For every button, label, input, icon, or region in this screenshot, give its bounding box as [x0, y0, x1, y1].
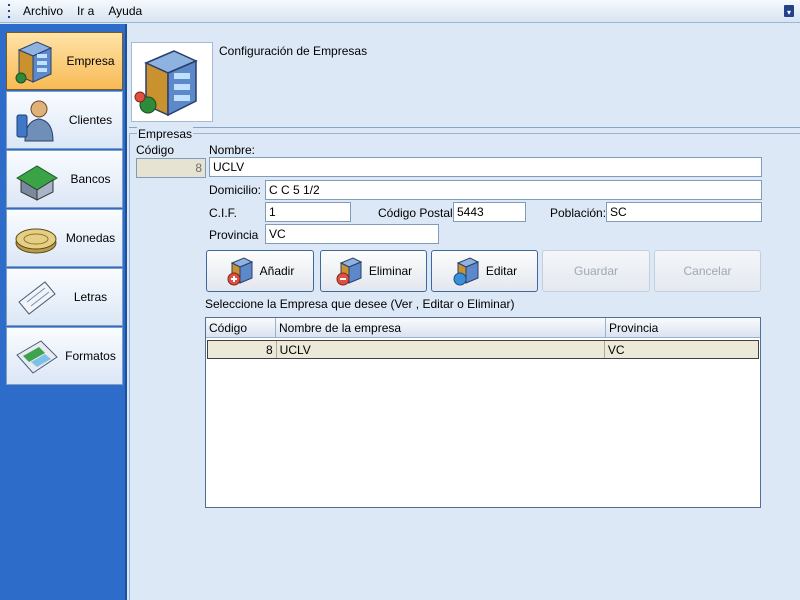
sidebar-item-label: Empresa — [66, 54, 115, 68]
editar-button-label: Editar — [485, 264, 518, 278]
sidebar-item-clientes[interactable]: Clientes — [6, 91, 123, 149]
building-icon — [134, 50, 198, 117]
sidebar-item-label: Clientes — [68, 113, 113, 127]
coins-icon — [15, 228, 57, 254]
guardar-button-label: Guardar — [573, 264, 619, 278]
list-caption: Seleccione la Empresa que desee (Ver , E… — [205, 297, 515, 311]
add-building-icon — [227, 257, 253, 286]
sidebar-item-empresa[interactable]: Empresa — [6, 32, 123, 90]
main-panel: Configuración de Empresas Empresas Códig… — [129, 36, 800, 600]
menu-ayuda[interactable]: Ayuda — [101, 4, 149, 18]
editar-button[interactable]: Editar — [431, 250, 538, 292]
cell-nombre: UCLV — [277, 341, 605, 358]
eliminar-button-label: Eliminar — [368, 264, 413, 278]
person-icon — [16, 100, 54, 142]
menu-ir-a[interactable]: Ir a — [70, 4, 101, 18]
codigo-postal-label: Código Postal: — [378, 206, 457, 220]
cell-codigo: 8 — [208, 341, 277, 358]
table-row[interactable]: 8 UCLV VC — [207, 340, 759, 359]
domicilio-label: Domicilio: — [209, 183, 262, 197]
sidebar-item-label: Letras — [73, 290, 108, 304]
sidebar: Empresa Clientes Bancos Monedas Letras F… — [0, 24, 127, 600]
cancelar-button-label: Cancelar — [683, 264, 732, 278]
column-header-provincia[interactable]: Provincia — [606, 318, 760, 337]
nombre-label: Nombre: — [209, 143, 256, 157]
menu-grip-icon[interactable] — [4, 4, 14, 18]
sidebar-item-bancos[interactable]: Bancos — [6, 150, 123, 208]
cell-provincia: VC — [607, 343, 625, 357]
header-logo — [131, 42, 213, 122]
codigo-field: 8 — [136, 158, 206, 178]
sidebar-item-formatos[interactable]: Formatos — [6, 327, 123, 385]
sidebar-item-letras[interactable]: Letras — [6, 268, 123, 326]
cif-field[interactable]: 1 — [265, 202, 351, 222]
codigo-label: Código — [136, 143, 175, 157]
menu-bar: Archivo Ir a Ayuda ▾ — [0, 0, 800, 23]
provincia-field[interactable]: VC — [265, 224, 439, 244]
anadir-button-label: Añadir — [259, 264, 295, 278]
sidebar-item-label: Monedas — [65, 231, 116, 245]
domicilio-field[interactable]: C C 5 1/2 — [265, 180, 762, 200]
column-header-nombre[interactable]: Nombre de la empresa — [276, 318, 606, 337]
edit-building-icon — [453, 257, 480, 286]
groupbox-title: Empresas — [137, 127, 194, 141]
poblacion-label: Población: — [550, 206, 607, 220]
bank-house-icon — [16, 165, 58, 201]
divider — [129, 127, 800, 128]
table-header: Código Nombre de la empresa Provincia — [206, 318, 760, 338]
nombre-field[interactable]: UCLV — [209, 157, 762, 177]
anadir-button[interactable]: Añadir — [206, 250, 314, 292]
building-icon — [15, 41, 53, 84]
column-header-codigo[interactable]: Código — [206, 318, 276, 337]
delete-building-icon — [336, 257, 363, 286]
letter-document-icon — [18, 281, 56, 315]
spreadsheet-icon — [16, 340, 58, 374]
sidebar-item-label: Formatos — [65, 349, 116, 363]
codigo-postal-field[interactable]: 5443 — [453, 202, 526, 222]
sidebar-item-label: Bancos — [70, 172, 111, 186]
eliminar-button[interactable]: Eliminar — [320, 250, 427, 292]
empresas-table[interactable]: Código Nombre de la empresa Provincia 8 … — [205, 317, 761, 508]
provincia-label: Provincia — [209, 228, 259, 242]
cancelar-button[interactable]: Cancelar — [654, 250, 761, 292]
menu-overflow-icon[interactable]: ▾ — [784, 5, 794, 17]
menu-archivo[interactable]: Archivo — [16, 4, 70, 18]
guardar-button[interactable]: Guardar — [542, 250, 650, 292]
cif-label: C.I.F. — [209, 206, 238, 220]
sidebar-item-monedas[interactable]: Monedas — [6, 209, 123, 267]
page-title: Configuración de Empresas — [219, 44, 368, 58]
poblacion-field[interactable]: SC — [606, 202, 762, 222]
